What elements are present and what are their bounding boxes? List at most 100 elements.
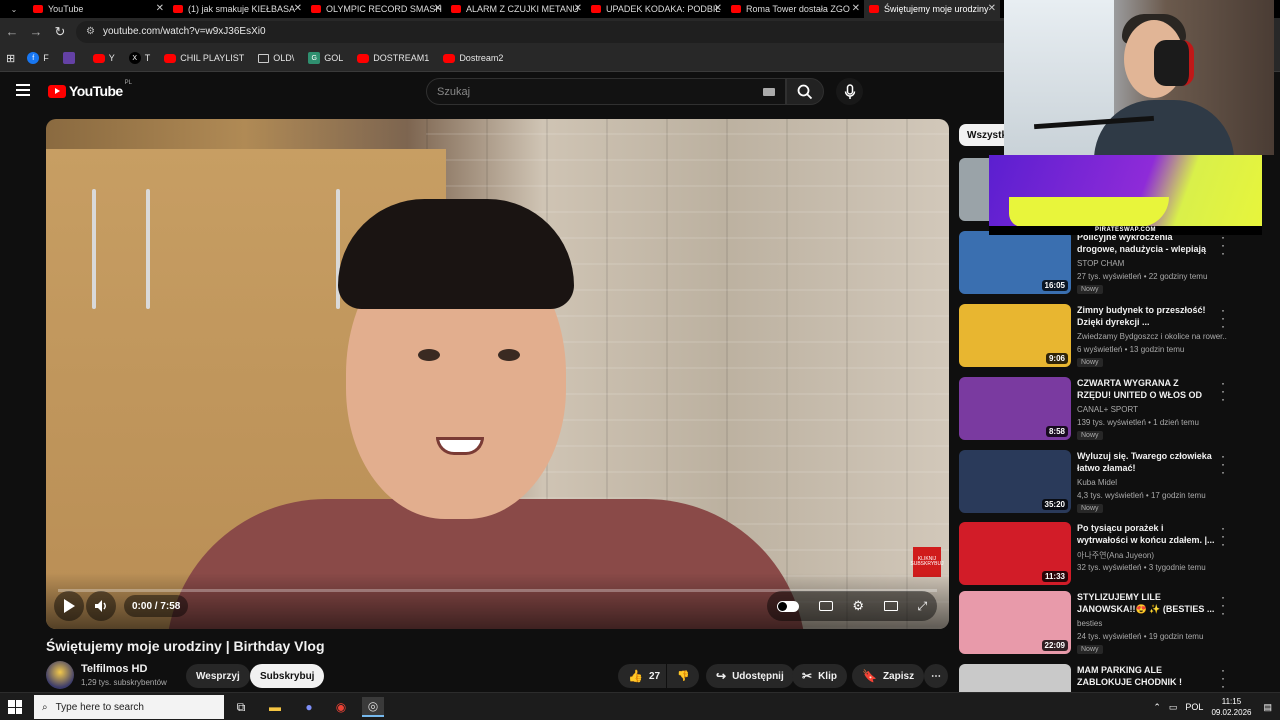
browser-tab[interactable]: (1) jak smakuje KIEŁBASA ✕	[168, 0, 306, 18]
more-vertical-icon[interactable]: · · ·	[1221, 231, 1225, 259]
settings-icon[interactable]: ⚙	[852, 598, 864, 614]
network-icon[interactable]: ▭	[1169, 702, 1178, 713]
youtube-favicon-icon	[451, 5, 461, 13]
channel-name[interactable]: Kuba Midel	[1077, 478, 1227, 487]
recommended-video[interactable]: 16:05 Policyjne wykroczenia drogowe, nadu…	[959, 231, 1239, 297]
tab-close-icon[interactable]: ✕	[988, 3, 996, 14]
browser-tab-active[interactable]: Świętujemy moje urodziny ✕	[864, 0, 1000, 18]
more-actions-button[interactable]: ⋯	[924, 664, 948, 688]
video-thumbnail[interactable]: 16:05	[959, 231, 1071, 294]
channel-name[interactable]: STOP CHAM	[1077, 259, 1227, 268]
notifications-icon[interactable]: ▤	[1263, 702, 1272, 713]
sponsor-banner: PIRATESWAP.COM	[989, 155, 1262, 235]
bookmark-item[interactable]: OLD\	[258, 53, 294, 63]
more-vertical-icon[interactable]: · · ·	[1221, 304, 1225, 332]
video-thumbnail[interactable]: 8:58	[959, 377, 1071, 440]
video-thumbnail[interactable]: 11:33	[959, 522, 1071, 585]
language-indicator[interactable]: POL	[1185, 702, 1203, 712]
autoplay-toggle[interactable]	[776, 600, 799, 612]
url-field[interactable]: ⚙ youtube.com/watch?v=w9xJ36EsXi0	[76, 20, 1056, 43]
dislike-button[interactable]: 👎	[667, 664, 699, 688]
windows-start-icon[interactable]	[8, 700, 22, 714]
tab-close-icon[interactable]: ✕	[574, 3, 582, 14]
apps-icon[interactable]: ⊞	[6, 52, 15, 65]
back-icon[interactable]: ←	[0, 20, 24, 44]
menu-icon[interactable]	[16, 84, 30, 96]
channel-name[interactable]: Zwiedzamy Bydgoszcz i okolice na rower..…	[1077, 332, 1227, 341]
video-title: Zimny budynek to przeszłość! Dzięki dyre…	[1077, 305, 1206, 327]
clip-button[interactable]: ✂ Klip	[792, 664, 847, 688]
bookmark-item[interactable]: fF	[27, 52, 49, 64]
recommended-video[interactable]: 35:20 Wyluzuj się. Twarego człowieka łatw…	[959, 450, 1239, 516]
channel-name[interactable]: Telfilmos HD	[81, 663, 147, 675]
bookmark-item[interactable]: Y	[92, 53, 115, 63]
recommended-video[interactable]: 8:58 CZWARTA WYGRANA Z RZĘDU! UNITED O WŁ…	[959, 377, 1239, 443]
forward-icon[interactable]: →	[24, 20, 48, 44]
like-button[interactable]: 👍 27	[618, 664, 666, 688]
tab-search-icon[interactable]: ⌄	[0, 0, 28, 18]
channel-name[interactable]: besties	[1077, 619, 1227, 628]
browser-tab[interactable]: ALARM Z CZUJKI METANU ✕	[446, 0, 586, 18]
taskbar-search-input[interactable]: ⌕ Type here to search	[34, 695, 224, 719]
site-info-icon[interactable]: ⚙	[86, 26, 95, 37]
channel-name[interactable]: CANAL+ SPORT	[1077, 405, 1227, 414]
support-button[interactable]: Wesprzyj	[186, 664, 250, 688]
more-vertical-icon[interactable]: · · ·	[1221, 377, 1225, 405]
bookmark-item[interactable]: G GOL	[308, 52, 343, 64]
youtube-logo[interactable]: YouTube PL	[48, 80, 132, 99]
video-thumbnail[interactable]: 9:06	[959, 304, 1071, 367]
channel-name[interactable]: 아나주연(Ana Juyeon)	[1077, 550, 1227, 561]
file-explorer-icon[interactable]: ▬	[264, 697, 286, 717]
more-vertical-icon[interactable]: · · ·	[1221, 591, 1225, 619]
keyboard-icon[interactable]	[763, 88, 775, 96]
more-horizontal-icon: ⋯	[931, 670, 941, 682]
recommended-video[interactable]: 9:06 Zimny budynek to przeszłość! Dzięki …	[959, 304, 1239, 370]
tab-close-icon[interactable]: ✕	[294, 3, 302, 14]
reload-icon[interactable]: ↻	[48, 20, 72, 44]
bookmark-item[interactable]: XT	[128, 52, 150, 64]
fullscreen-icon[interactable]: ⤢	[917, 599, 927, 614]
search-button[interactable]	[786, 78, 824, 105]
more-vertical-icon[interactable]: · · ·	[1221, 450, 1225, 478]
recommended-video[interactable]: 22:09 STYLIZUJEMY LILE JANOWSKA!!😍 ✨ (BES…	[959, 591, 1239, 657]
tab-close-icon[interactable]: ✕	[434, 3, 442, 14]
subtitles-icon[interactable]	[818, 601, 833, 611]
bookmark-item[interactable]: CHIL PLAYLIST	[164, 53, 244, 63]
play-button[interactable]	[54, 591, 84, 621]
browser-tab[interactable]: OLYMPIC RECORD SMASH ✕	[306, 0, 446, 18]
share-button[interactable]: ↪ Udostępnij	[706, 664, 794, 688]
save-button[interactable]: 🔖 Zapisz	[852, 664, 925, 688]
more-vertical-icon[interactable]: · · ·	[1221, 522, 1225, 550]
tab-close-icon[interactable]: ✕	[852, 3, 860, 14]
video-thumbnail[interactable]: 35:20	[959, 450, 1071, 513]
browser-tab[interactable]: Roma Tower dostała ZGO ✕	[726, 0, 864, 18]
task-view-icon[interactable]: ⧉	[230, 697, 252, 717]
miniplayer-icon[interactable]	[883, 601, 898, 611]
browser-tab[interactable]: YouTube ✕	[28, 0, 168, 18]
bookmark-item[interactable]: Dostream2	[443, 53, 503, 63]
show-hidden-icons-icon[interactable]: ⌃	[1153, 702, 1161, 713]
video-duration: 22:09	[1041, 640, 1068, 651]
subscribe-button[interactable]: Subskrybuj	[250, 664, 325, 688]
mute-button[interactable]	[86, 591, 116, 621]
obs-icon[interactable]: ◎	[362, 697, 384, 717]
chrome-icon[interactable]: ◉	[330, 697, 352, 717]
discord-icon[interactable]: ●	[298, 697, 320, 717]
folder-icon	[258, 53, 270, 63]
more-vertical-icon[interactable]: · · ·	[1221, 664, 1225, 692]
channel-avatar[interactable]	[46, 661, 74, 689]
tab-title: Świętujemy moje urodziny	[884, 4, 989, 14]
search-input[interactable]: Szukaj	[426, 78, 786, 105]
video-player[interactable]: KLIKNIJ SUBSKRYBUJ 0:00 / 7:58 ⚙ ⤢	[46, 119, 949, 629]
support-label: Wesprzyj	[196, 670, 240, 682]
tab-close-icon[interactable]: ✕	[714, 3, 722, 14]
browser-tab[interactable]: UPADEK KODAKA: PODBIŁ ✕	[586, 0, 726, 18]
video-title: Po tysiącu porażek i wytrwałości w końcu…	[1077, 523, 1215, 545]
recommended-video[interactable]: 11:33 Po tysiącu porażek i wytrwałości w …	[959, 522, 1239, 588]
tab-close-icon[interactable]: ✕	[156, 3, 164, 14]
voice-search-button[interactable]	[836, 78, 863, 105]
taskbar-clock[interactable]: 11:15 09.02.2026	[1211, 696, 1251, 718]
bookmark-item[interactable]: DOSTREAM1	[357, 53, 429, 63]
video-thumbnail[interactable]: 22:09	[959, 591, 1071, 654]
bookmark-item[interactable]	[62, 52, 79, 64]
